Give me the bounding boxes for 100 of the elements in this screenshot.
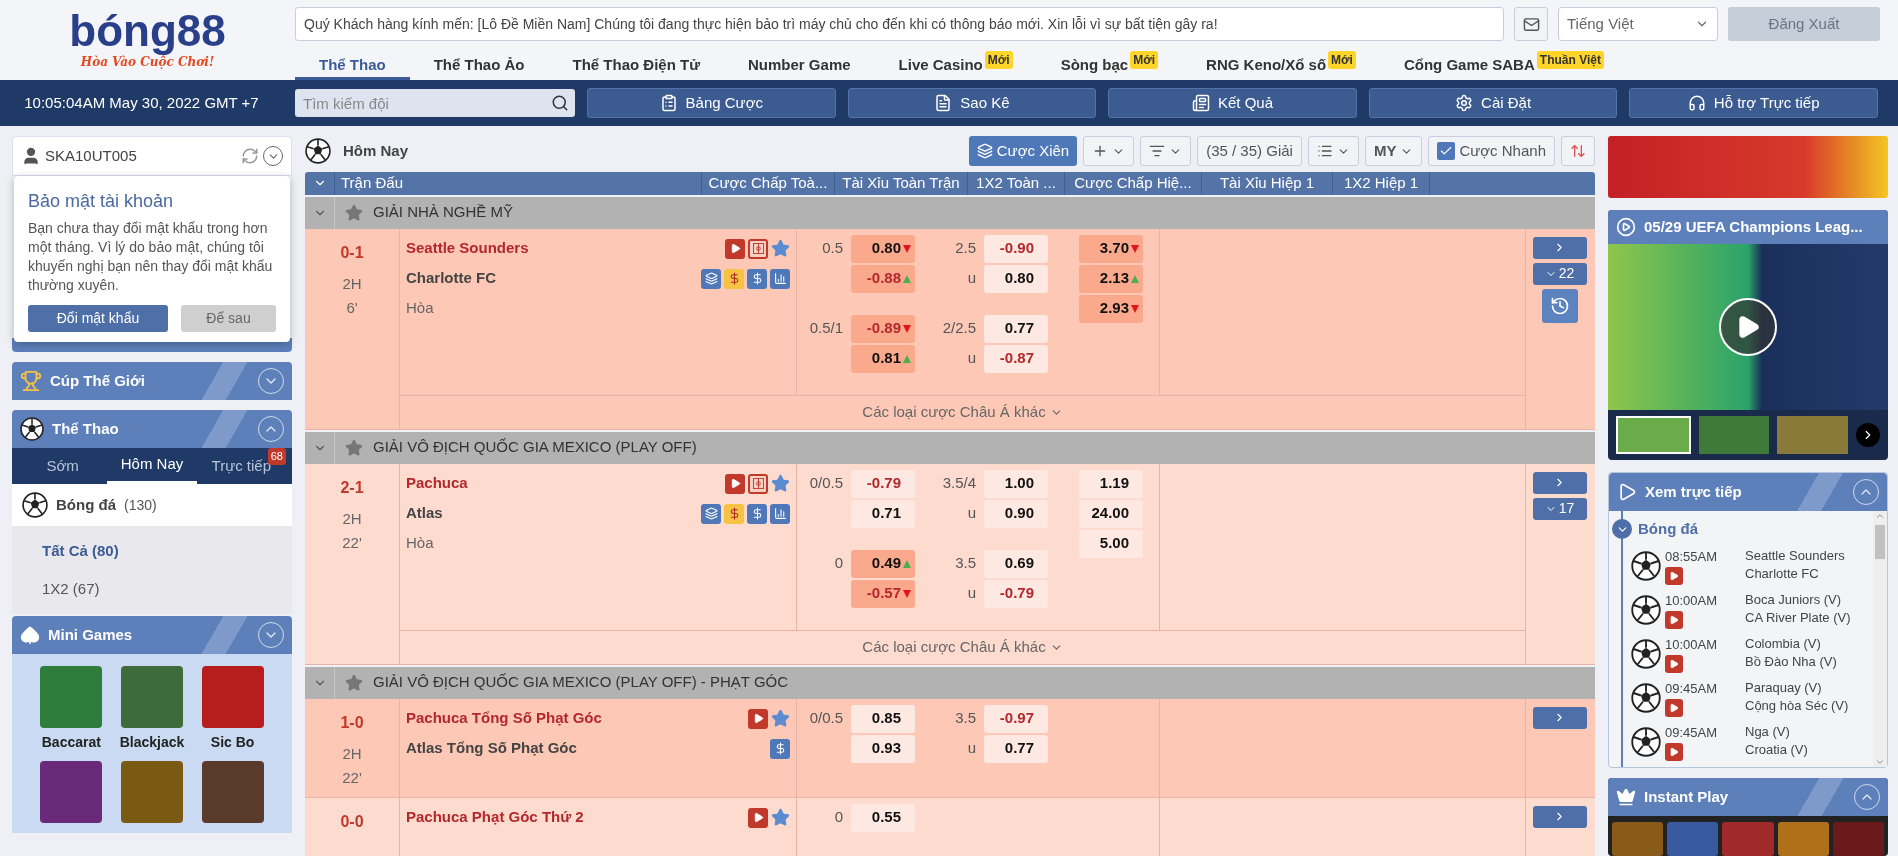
settings-icon[interactable] bbox=[1455, 94, 1474, 112]
video-thumbnail[interactable] bbox=[1777, 416, 1848, 454]
odds-value[interactable]: -0.79 bbox=[984, 579, 1048, 608]
filter-item[interactable]: 1X2 (67) bbox=[12, 570, 292, 608]
match-details-button[interactable] bbox=[1532, 706, 1587, 729]
panel-header[interactable]: Instant Play bbox=[1608, 778, 1888, 816]
game-label[interactable]: Baccarat bbox=[41, 732, 101, 753]
mail-button[interactable] bbox=[1514, 7, 1548, 41]
odds-value[interactable]: 0.93 bbox=[851, 734, 915, 763]
more-bets-link[interactable]: Các loại cược Châu Á khác bbox=[862, 635, 1063, 659]
nav-tab[interactable]: RNG Keno/Xổ số Mới bbox=[1182, 48, 1380, 80]
match-details-button[interactable] bbox=[1532, 471, 1587, 494]
game-thumbnail[interactable] bbox=[1667, 822, 1719, 856]
home-team-name[interactable]: Boca Juniors (V) bbox=[1745, 591, 1851, 609]
star-icon[interactable] bbox=[345, 673, 363, 692]
game-thumbnail[interactable] bbox=[1722, 822, 1774, 856]
document-icon[interactable] bbox=[934, 94, 953, 112]
pitch-icon[interactable] bbox=[748, 473, 768, 494]
toolbar-button[interactable]: Hỗ trợ Trực tiếp bbox=[1629, 88, 1878, 118]
panel-header[interactable]: Xem trực tiếp bbox=[1609, 473, 1887, 511]
view-dropdown[interactable] bbox=[1307, 136, 1359, 166]
home-team-name[interactable]: Paraquay (V) bbox=[1745, 679, 1849, 697]
up-down-arrows-icon[interactable] bbox=[1570, 143, 1586, 159]
home-team-name[interactable]: Colombia (V) bbox=[1745, 635, 1837, 653]
odds-value[interactable]: 0.55 bbox=[851, 803, 915, 832]
toolbar-button[interactable]: Sao Kê bbox=[847, 88, 1097, 118]
banner-image[interactable] bbox=[1608, 136, 1888, 198]
home-team-name[interactable]: Pachuca Tổng Số Phạt Góc bbox=[406, 707, 602, 730]
game-thumbnail[interactable] bbox=[1777, 822, 1829, 856]
odds-value[interactable]: 1.00 bbox=[984, 469, 1048, 498]
nav-tab[interactable]: Cổng Game SABA Thuần Việt bbox=[1379, 48, 1628, 80]
league-header[interactable]: GIẢI NHÀ NGHỀ MỸ bbox=[305, 196, 1595, 229]
video-thumbnail[interactable] bbox=[1616, 416, 1691, 454]
mail-icon[interactable] bbox=[1522, 15, 1540, 33]
odds-value[interactable]: 0.85 bbox=[851, 704, 915, 733]
odds-value[interactable]: -0.79 bbox=[851, 469, 915, 498]
game-thumbnail[interactable] bbox=[40, 761, 103, 823]
odds-type-dropdown[interactable]: MY bbox=[1364, 136, 1423, 166]
clock-icon[interactable] bbox=[1549, 295, 1570, 316]
filter-item[interactable]: Tất Cả (80) bbox=[12, 532, 292, 570]
toolbar-button[interactable]: Bảng Cược bbox=[587, 88, 836, 118]
odds-value[interactable]: 1.19 bbox=[1079, 469, 1143, 498]
brand-logo[interactable]: bóng88 Hòa Vào Cuộc Chơi! bbox=[0, 0, 295, 80]
match-details-button[interactable] bbox=[1532, 805, 1587, 828]
pitch-icon[interactable] bbox=[748, 238, 768, 259]
panel-header[interactable]: 05/29 UEFA Champions Leag... bbox=[1608, 210, 1888, 244]
odds-value[interactable]: 0.80 bbox=[851, 234, 915, 263]
odds-value[interactable]: -0.90 bbox=[984, 234, 1048, 263]
game-thumbnail[interactable] bbox=[40, 666, 103, 728]
home-team-name[interactable]: Pachuca Phạt Góc Thứ 2 bbox=[406, 806, 584, 829]
away-team-name[interactable]: Bồ Đào Nha (V) bbox=[1745, 653, 1837, 671]
nav-tab[interactable]: Sòng bạc Mới bbox=[1036, 48, 1183, 80]
toolbar-button[interactable]: Kết Quả bbox=[1108, 88, 1357, 118]
game-label[interactable]: Sic Bo bbox=[210, 732, 255, 753]
star-icon[interactable] bbox=[771, 808, 790, 827]
home-team-name[interactable]: Seattle Sounders bbox=[406, 237, 529, 260]
panel-header[interactable]: Thể Thao bbox=[12, 410, 292, 448]
away-team-name[interactable]: Atlas bbox=[406, 502, 443, 525]
sport-group-title[interactable]: Bóng đá bbox=[1638, 517, 1698, 541]
home-team-name[interactable]: Pachuca bbox=[406, 472, 468, 495]
stacked-lines-icon[interactable] bbox=[976, 143, 993, 159]
league-header[interactable]: GIẢI VÔ ĐỊCH QUỐC GIA MEXICO (PLAY OFF) - PHẠT GÓC bbox=[305, 666, 1595, 699]
play-icon[interactable] bbox=[1719, 298, 1777, 356]
odds-value[interactable]: -0.87 bbox=[984, 344, 1048, 373]
game-thumbnail[interactable] bbox=[201, 666, 264, 728]
away-team-name[interactable]: Atlas Tổng Số Phạt Góc bbox=[406, 737, 577, 760]
star-icon[interactable] bbox=[771, 709, 790, 728]
odds-value[interactable]: -0.97 bbox=[984, 704, 1048, 733]
away-team-name[interactable]: Charlotte FC bbox=[1745, 565, 1845, 583]
scrollbar[interactable] bbox=[1873, 511, 1887, 767]
star-icon[interactable] bbox=[771, 474, 790, 493]
history-button[interactable] bbox=[1541, 288, 1578, 323]
odds-value[interactable]: 2.13 bbox=[1079, 264, 1143, 293]
search-icon[interactable] bbox=[551, 94, 569, 112]
sort-dropdown[interactable] bbox=[1140, 136, 1192, 166]
more-bets-link[interactable]: Các loại cược Châu Á khác bbox=[862, 400, 1063, 424]
change-password-button[interactable]: Đổi mật khẩu bbox=[28, 305, 168, 332]
odds-change-button[interactable] bbox=[1561, 136, 1595, 166]
refresh-icon[interactable] bbox=[241, 147, 259, 165]
game-thumbnail[interactable] bbox=[1832, 822, 1884, 856]
odds-value[interactable]: 0.81 bbox=[851, 344, 915, 373]
sport-tab[interactable]: Sớm bbox=[18, 448, 108, 484]
odds-value[interactable]: 0.77 bbox=[984, 734, 1048, 763]
game-thumbnail[interactable] bbox=[121, 666, 183, 728]
game-thumbnail[interactable] bbox=[1612, 822, 1664, 856]
odds-value[interactable]: 2.93 bbox=[1079, 294, 1143, 323]
nav-tab[interactable]: Thể Thao Ảo bbox=[409, 48, 549, 80]
star-icon[interactable] bbox=[771, 239, 790, 258]
star-icon[interactable] bbox=[345, 438, 363, 457]
home-team-name[interactable]: Seattle Sounders bbox=[1745, 547, 1845, 565]
toolbar-button[interactable]: Cài Đặt bbox=[1368, 88, 1618, 118]
odds-value[interactable]: 0.80 bbox=[984, 264, 1048, 293]
add-dropdown[interactable] bbox=[1083, 136, 1135, 166]
list-icon[interactable] bbox=[1316, 143, 1333, 159]
odds-value[interactable]: 3.70 bbox=[1079, 234, 1143, 263]
league-header[interactable]: GIẢI VÔ ĐỊCH QUỐC GIA MEXICO (PLAY OFF) bbox=[305, 431, 1595, 464]
bet-count-button[interactable]: 17 bbox=[1532, 497, 1587, 520]
sort-icon[interactable] bbox=[1149, 143, 1166, 159]
clipboard-icon[interactable] bbox=[659, 94, 678, 112]
game-thumbnail[interactable] bbox=[201, 761, 264, 823]
